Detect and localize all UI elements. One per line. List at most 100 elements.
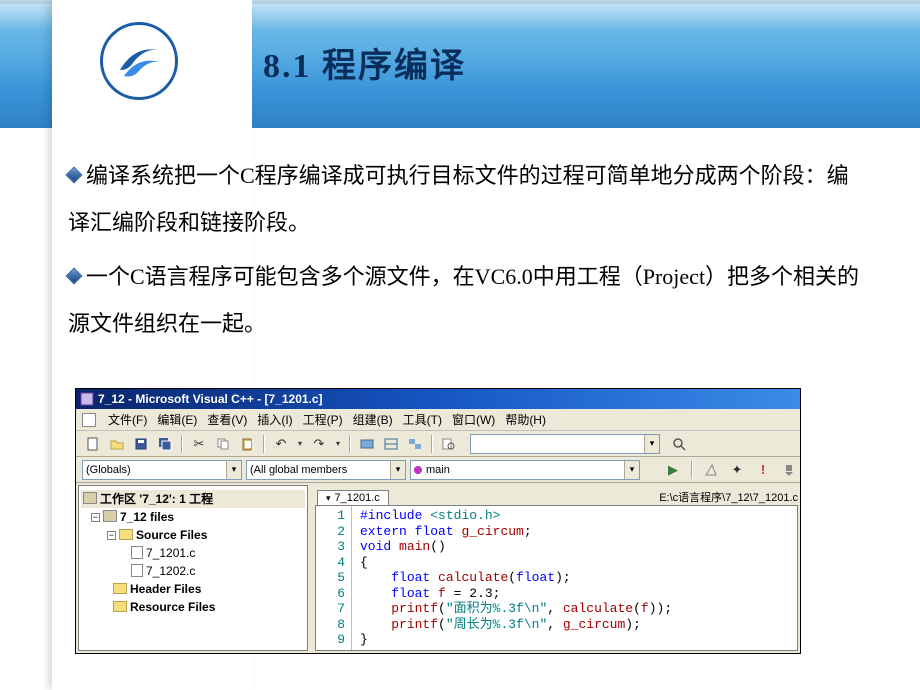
menu-file[interactable]: 文件(F) — [108, 411, 147, 428]
chevron-down-icon: ▾ — [226, 461, 241, 479]
members-combo[interactable]: (All global members ▾ — [246, 460, 406, 480]
app-icon — [80, 392, 94, 406]
ide-body: 工作区 '7_12': 1 工程 −7_12 files − Source Fil… — [76, 483, 800, 653]
tree-collapse-icon[interactable]: − — [107, 531, 116, 540]
menu-edit[interactable]: 编辑(E) — [157, 411, 197, 428]
tree-source-label: Source Files — [136, 528, 207, 542]
tree-header-label: Header Files — [130, 582, 201, 596]
open-file-button[interactable] — [106, 434, 128, 454]
toolbar-separator — [431, 435, 433, 453]
toolbar-separator — [691, 461, 693, 479]
menu-tools[interactable]: 工具(T) — [403, 411, 442, 428]
wizard-action-button[interactable] — [700, 460, 722, 480]
folder-icon — [113, 583, 127, 594]
editor-tab-strip: ▾ 7_1201.c E:\c语言程序\7_12\7_1201.c — [315, 485, 798, 505]
code-editor[interactable]: 1 2 3 4 5 6 7 8 9 #include <stdio.h> ext… — [315, 505, 798, 651]
diamond-bullet-icon — [66, 267, 83, 284]
cut-button[interactable]: ✂ — [188, 434, 210, 454]
redo-dropdown[interactable]: ▾ — [332, 434, 344, 454]
bullet-item: 编译系统把一个C程序编译成可执行目标文件的过程可简单地分成两个阶段：编译汇编阶段… — [68, 152, 860, 247]
window-list-button[interactable] — [404, 434, 426, 454]
menu-window[interactable]: 窗口(W) — [452, 411, 495, 428]
tree-workspace-label: 工作区 '7_12': 1 工程 — [100, 492, 213, 506]
folder-icon — [113, 601, 127, 612]
output-button[interactable] — [380, 434, 402, 454]
line-number: 5 — [316, 570, 345, 586]
university-logo — [100, 22, 178, 100]
chevron-down-icon: ▾ — [390, 461, 405, 479]
function-dot-icon — [414, 466, 422, 474]
function-combo[interactable]: main ▾ — [410, 460, 640, 480]
scope-combo[interactable]: (Globals) ▾ — [82, 460, 242, 480]
tree-collapse-icon[interactable]: − — [91, 513, 100, 522]
line-number: 9 — [316, 632, 345, 648]
file-icon — [131, 564, 143, 577]
bullet-item: 一个C语言程序可能包含多个源文件，在VC6.0中用工程（Project）把多个相… — [68, 253, 860, 348]
editor-tab-active[interactable]: ▾ 7_1201.c — [317, 490, 389, 505]
tree-file-label: 7_1201.c — [146, 546, 195, 560]
function-combo-value: main — [426, 464, 450, 476]
tree-source-folder-row[interactable]: − Source Files — [81, 526, 305, 544]
workspace-icon — [83, 492, 97, 504]
members-combo-value: (All global members — [250, 464, 347, 476]
go-button[interactable]: ▶ — [662, 460, 684, 480]
editor-file-path: E:\c语言程序\7_12\7_1201.c — [659, 489, 798, 505]
tree-file-label: 7_1202.c — [146, 564, 195, 578]
ide-titlebar[interactable]: 7_12 - Microsoft Visual C++ - [7_1201.c] — [76, 389, 800, 409]
wizard-exclaim-button[interactable]: ! — [752, 460, 774, 480]
line-number-gutter: 1 2 3 4 5 6 7 8 9 — [316, 506, 352, 650]
line-number: 2 — [316, 524, 345, 540]
find-combo[interactable]: ▾ — [470, 434, 660, 454]
undo-dropdown[interactable]: ▾ — [294, 434, 306, 454]
code-text[interactable]: #include <stdio.h> extern float g_circum… — [352, 506, 797, 650]
copy-button[interactable] — [212, 434, 234, 454]
find-button[interactable] — [668, 434, 690, 454]
tree-file-row[interactable]: 7_1201.c — [81, 544, 305, 562]
paste-button[interactable] — [236, 434, 258, 454]
save-all-button[interactable] — [154, 434, 176, 454]
slide-content: 编译系统把一个C程序编译成可执行目标文件的过程可简单地分成两个阶段：编译汇编阶段… — [68, 152, 860, 353]
ide-toolbar-standard: ✂ ↶ ▾ ↷ ▾ ▾ — [76, 431, 800, 457]
menu-build[interactable]: 组建(B) — [353, 411, 393, 428]
slide-title: 8.1 程序编译 — [263, 38, 466, 87]
menu-view[interactable]: 查看(V) — [207, 411, 247, 428]
logo-swoosh-icon — [114, 36, 164, 86]
redo-button[interactable]: ↷ — [308, 434, 330, 454]
line-number: 8 — [316, 617, 345, 633]
folder-icon — [119, 529, 133, 540]
toolbar-separator — [263, 435, 265, 453]
undo-button[interactable]: ↶ — [270, 434, 292, 454]
wizard-wand-button[interactable]: ✦ — [726, 460, 748, 480]
wizard-down-button[interactable] — [778, 460, 800, 480]
scope-combo-value: (Globals) — [86, 464, 131, 476]
toolbar-separator — [349, 435, 351, 453]
diamond-bullet-icon — [66, 167, 83, 184]
project-icon — [103, 510, 117, 522]
tree-header-folder-row[interactable]: Header Files — [81, 580, 305, 598]
menu-help[interactable]: 帮助(H) — [505, 411, 546, 428]
tree-resource-folder-row[interactable]: Resource Files — [81, 598, 305, 616]
bullet-text: 编译系统把一个C程序编译成可执行目标文件的过程可简单地分成两个阶段：编译汇编阶段… — [68, 163, 849, 235]
ide-menubar: 文件(F) 编辑(E) 查看(V) 插入(I) 工程(P) 组建(B) 工具(T… — [76, 409, 800, 431]
new-file-button[interactable] — [82, 434, 104, 454]
tree-file-row[interactable]: 7_1202.c — [81, 562, 305, 580]
line-number: 3 — [316, 539, 345, 555]
tree-resource-label: Resource Files — [130, 600, 215, 614]
menu-project[interactable]: 工程(P) — [303, 411, 343, 428]
editor-tab-label: 7_1201.c — [335, 492, 380, 504]
chevron-down-icon: ▾ — [326, 493, 331, 504]
tree-workspace-row[interactable]: 工作区 '7_12': 1 工程 — [81, 490, 305, 508]
workspace-tree[interactable]: 工作区 '7_12': 1 工程 −7_12 files − Source Fil… — [78, 485, 308, 651]
ide-toolbar-wizard: (Globals) ▾ (All global members ▾ main ▾… — [76, 457, 800, 483]
chevron-down-icon: ▾ — [644, 435, 659, 453]
file-icon — [131, 546, 143, 559]
workspace-button[interactable] — [356, 434, 378, 454]
menu-insert[interactable]: 插入(I) — [257, 411, 292, 428]
toolbar-separator — [181, 435, 183, 453]
find-in-files-button[interactable] — [438, 434, 460, 454]
vc6-ide-screenshot: 7_12 - Microsoft Visual C++ - [7_1201.c]… — [75, 388, 801, 654]
tree-project-row[interactable]: −7_12 files — [81, 508, 305, 526]
line-number: 6 — [316, 586, 345, 602]
save-button[interactable] — [130, 434, 152, 454]
chevron-down-icon: ▾ — [624, 461, 639, 479]
